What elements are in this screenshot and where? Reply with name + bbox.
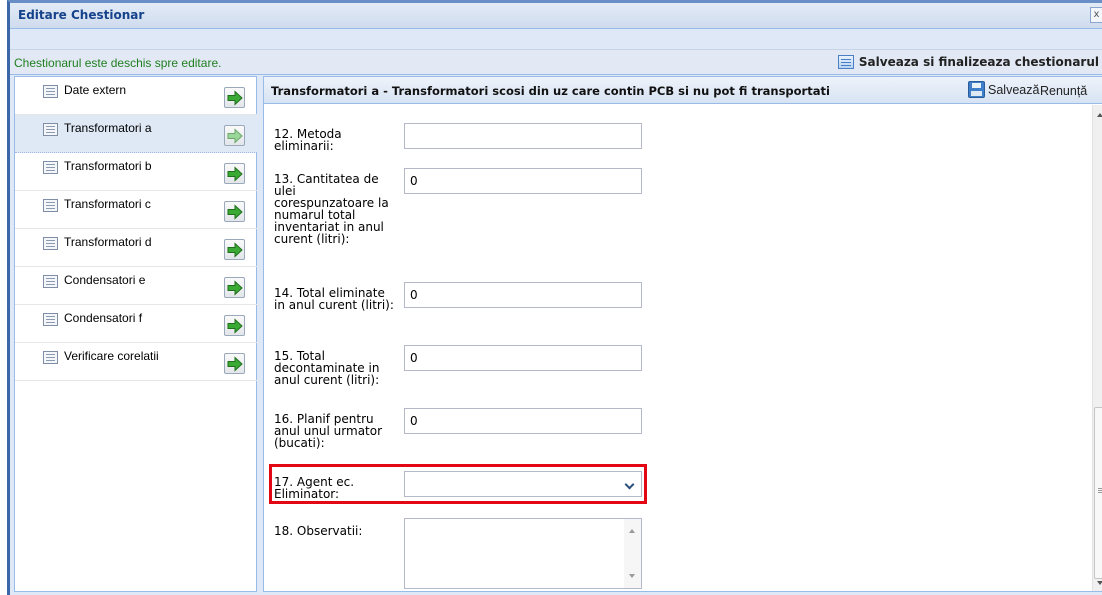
green-arrow-right-icon bbox=[227, 280, 243, 296]
document-icon bbox=[43, 85, 58, 98]
cantitatea-ulei-input[interactable] bbox=[404, 168, 642, 194]
field-label-total-eliminate: 14. Total eliminate in anul curent (litr… bbox=[274, 286, 394, 312]
green-arrow-right-icon bbox=[227, 318, 243, 334]
cancel-button[interactable]: Renunță bbox=[1040, 84, 1087, 98]
sidebar-item-label: Verificare corelatii bbox=[64, 349, 159, 363]
sidebar-item-label: Date extern bbox=[64, 83, 127, 97]
green-arrow-right-icon bbox=[227, 204, 243, 220]
close-icon[interactable]: x bbox=[1090, 7, 1102, 23]
green-arrow-right-icon bbox=[227, 128, 243, 144]
green-arrow-right-icon bbox=[227, 242, 243, 258]
go-arrow-button[interactable] bbox=[224, 87, 245, 108]
sidebar-item-label: Condensatori e bbox=[64, 273, 146, 287]
sidebar-item-transformatori-d[interactable]: Transformatori d bbox=[15, 229, 257, 267]
field-label-observatii: 18. Observatii: bbox=[274, 524, 363, 538]
window-titlebar: Editare Chestionar x bbox=[10, 3, 1102, 29]
agent-eliminator-select[interactable] bbox=[404, 471, 642, 497]
edit-status-message: Chestionarul este deschis spre editare. bbox=[14, 56, 222, 70]
go-arrow-button[interactable] bbox=[224, 315, 245, 336]
document-icon bbox=[43, 351, 58, 364]
form-list-icon bbox=[837, 55, 854, 69]
sidebar-item-date-extern[interactable]: Date extern bbox=[15, 77, 257, 115]
go-arrow-button[interactable] bbox=[224, 163, 245, 184]
sidebar-item-condensatori-f[interactable]: Condensatori f bbox=[15, 305, 257, 343]
form-panel-header: Transformatori a - Transformatori scosi … bbox=[264, 77, 1102, 104]
observatii-textarea[interactable] bbox=[404, 518, 642, 589]
field-label-metoda-eliminarii: 12. Metoda eliminarii: bbox=[274, 127, 342, 153]
go-arrow-button[interactable] bbox=[224, 125, 245, 146]
save-and-finalize-label: Salveaza si finalizeaza chestionarul bbox=[858, 55, 1099, 69]
sidebar-item-transformatori-c[interactable]: Transformatori c bbox=[15, 191, 257, 229]
save-label: Salvează bbox=[988, 82, 1040, 97]
sidebar-item-label: Condensatori f bbox=[64, 311, 143, 325]
go-arrow-button[interactable] bbox=[224, 239, 245, 260]
textarea-scrollbar[interactable] bbox=[624, 519, 641, 588]
sidebar-item-label: Transformatori d bbox=[64, 235, 152, 249]
sidebar-item-label: Transformatori c bbox=[64, 197, 151, 211]
editare-chestionar-window: Editare Chestionar x Chestionarul este d… bbox=[7, 0, 1102, 595]
sidebar-item-condensatori-e[interactable]: Condensatori e bbox=[15, 267, 257, 305]
field-label-planif: 16. Planif pentru anul unul urmator (buc… bbox=[274, 412, 383, 450]
scrollbar-thumb[interactable] bbox=[1094, 407, 1102, 579]
document-icon bbox=[43, 313, 58, 326]
green-arrow-right-icon bbox=[227, 90, 243, 106]
field-label-cantitatea-ulei: 13. Cantitatea de ulei corespunzatoare l… bbox=[274, 172, 389, 246]
window-title: Editare Chestionar bbox=[18, 8, 145, 22]
go-arrow-button[interactable] bbox=[224, 201, 245, 222]
green-arrow-right-icon bbox=[227, 166, 243, 182]
save-button[interactable]: Salvează bbox=[968, 81, 1039, 98]
go-arrow-button[interactable] bbox=[224, 353, 245, 374]
form-panel: Transformatori a - Transformatori scosi … bbox=[263, 76, 1102, 592]
scroll-up-icon[interactable] bbox=[629, 529, 635, 533]
section-sidebar: Date extern Transformatori a Transformat… bbox=[14, 76, 257, 592]
document-icon bbox=[43, 275, 58, 288]
save-and-finalize-button[interactable]: Salveaza si finalizeaza chestionarul bbox=[837, 55, 1099, 69]
scroll-up-icon[interactable] bbox=[1097, 113, 1102, 117]
form-panel-title: Transformatori a - Transformatori scosi … bbox=[271, 84, 830, 98]
document-icon bbox=[43, 123, 58, 136]
document-icon bbox=[43, 161, 58, 174]
floppy-disk-icon bbox=[968, 81, 985, 98]
sidebar-item-verificare-corelatii[interactable]: Verificare corelatii bbox=[15, 343, 257, 381]
form-scrollbar[interactable] bbox=[1092, 105, 1102, 591]
field-label-total-decontaminate: 15. Total decontaminate in anul curent (… bbox=[274, 349, 380, 387]
total-eliminate-input[interactable] bbox=[404, 282, 642, 308]
sidebar-item-label: Transformatori b bbox=[64, 159, 152, 173]
sidebar-item-transformatori-b[interactable]: Transformatori b bbox=[15, 153, 257, 191]
total-decontaminate-input[interactable] bbox=[404, 345, 642, 371]
chevron-down-icon[interactable] bbox=[620, 473, 640, 495]
document-icon bbox=[43, 237, 58, 250]
field-label-agent-eliminator: 17. Agent ec. Eliminator: bbox=[274, 475, 355, 501]
scroll-down-icon[interactable] bbox=[629, 574, 635, 578]
green-arrow-right-icon bbox=[227, 356, 243, 372]
form-fields: 12. Metoda eliminarii: 13. Cantitatea de… bbox=[264, 105, 1092, 591]
sidebar-item-transformatori-a[interactable]: Transformatori a bbox=[15, 115, 257, 153]
scroll-down-icon[interactable] bbox=[1097, 581, 1102, 585]
go-arrow-button[interactable] bbox=[224, 277, 245, 298]
planif-input[interactable] bbox=[404, 408, 642, 434]
metoda-eliminarii-input[interactable] bbox=[404, 123, 642, 149]
document-icon bbox=[43, 199, 58, 212]
status-bar: Chestionarul este deschis spre editare. … bbox=[10, 49, 1102, 75]
sidebar-item-label: Transformatori a bbox=[64, 121, 152, 135]
